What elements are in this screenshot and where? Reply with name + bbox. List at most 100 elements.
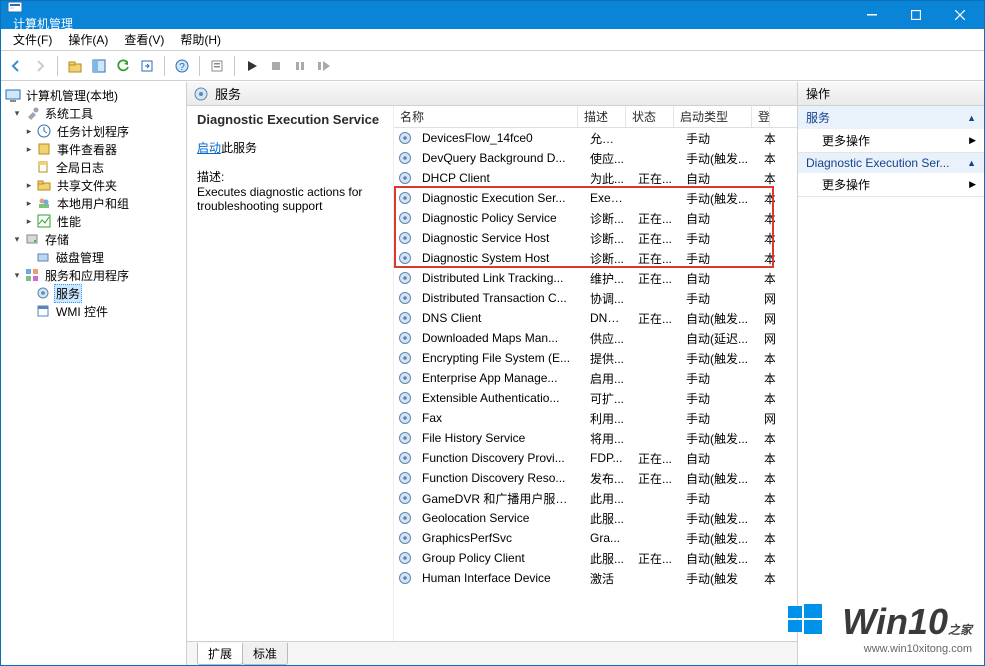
cell-start: 手动 bbox=[680, 408, 758, 429]
service-row[interactable]: Downloaded Maps Man...供应...自动(延迟...网 bbox=[394, 328, 797, 348]
tb-start-svc[interactable] bbox=[241, 55, 263, 77]
center-pane: 服务 Diagnostic Execution Service 启动此服务 描述… bbox=[187, 82, 798, 665]
win-logo-icon bbox=[786, 601, 836, 642]
actions-section-services[interactable]: 服务▲ bbox=[798, 106, 984, 129]
tb-up[interactable] bbox=[64, 55, 86, 77]
expand-icon[interactable]: ▾ bbox=[11, 233, 23, 245]
cell-logon: 本 bbox=[758, 368, 776, 389]
title-bar: 计算机管理 bbox=[1, 1, 984, 29]
cell-desc: 此用... bbox=[584, 488, 632, 509]
tree-root[interactable]: 计算机管理(本地) bbox=[24, 87, 120, 104]
service-row[interactable]: DHCP Client为此...正在...自动本 bbox=[394, 168, 797, 188]
tb-forward[interactable] bbox=[29, 55, 51, 77]
col-desc[interactable]: 描述 bbox=[578, 106, 626, 127]
expand-icon[interactable]: ▸ bbox=[23, 143, 35, 155]
service-row[interactable]: Enterprise App Manage...启用...手动本 bbox=[394, 368, 797, 388]
start-service-link[interactable]: 启动此服务 bbox=[197, 139, 383, 156]
col-name[interactable]: 名称 bbox=[394, 106, 578, 127]
service-row[interactable]: Group Policy Client此服...正在...自动(触发...本 bbox=[394, 548, 797, 568]
tree-services-apps[interactable]: 服务和应用程序 bbox=[43, 267, 131, 284]
tb-properties[interactable] bbox=[206, 55, 228, 77]
tb-refresh[interactable] bbox=[112, 55, 134, 77]
expand-icon[interactable]: ▸ bbox=[23, 197, 35, 209]
service-row[interactable]: Human Interface Device 激活手动(触发本 bbox=[394, 568, 797, 588]
cell-logon: 本 bbox=[758, 428, 776, 449]
service-row[interactable]: Diagnostic Execution Ser...Exec...手动(触发.… bbox=[394, 188, 797, 208]
menu-file[interactable]: 文件(F) bbox=[5, 30, 60, 49]
service-row[interactable]: GraphicsPerfSvcGra...手动(触发...本 bbox=[394, 528, 797, 548]
service-row[interactable]: GameDVR 和广播用户服务...此用...手动本 bbox=[394, 488, 797, 508]
service-row[interactable]: Function Discovery Provi...FDP...正在...自动… bbox=[394, 448, 797, 468]
gear-icon bbox=[397, 270, 413, 286]
tb-back[interactable] bbox=[5, 55, 27, 77]
tb-stop-svc[interactable] bbox=[265, 55, 287, 77]
service-row[interactable]: Extensible Authenticatio...可扩...手动本 bbox=[394, 388, 797, 408]
tb-details[interactable] bbox=[88, 55, 110, 77]
tree-event-viewer[interactable]: 事件查看器 bbox=[55, 141, 119, 158]
cell-status: 正在... bbox=[632, 448, 680, 469]
menu-action[interactable]: 操作(A) bbox=[60, 30, 116, 49]
col-start[interactable]: 启动类型 bbox=[674, 106, 752, 127]
service-row[interactable]: DevQuery Background D...使应...手动(触发...本 bbox=[394, 148, 797, 168]
cell-logon: 本 bbox=[758, 388, 776, 409]
cell-start: 自动(延迟... bbox=[680, 328, 758, 349]
service-row[interactable]: Fax利用...手动网 bbox=[394, 408, 797, 428]
tree-shared-folders[interactable]: 共享文件夹 bbox=[55, 177, 119, 194]
tb-export[interactable] bbox=[136, 55, 158, 77]
col-status[interactable]: 状态 bbox=[626, 106, 674, 127]
tree-performance[interactable]: 性能 bbox=[55, 213, 83, 230]
service-row[interactable]: DevicesFlow_14fce0允许 ...手动本 bbox=[394, 128, 797, 148]
service-row[interactable]: Encrypting File System (E...提供...手动(触发..… bbox=[394, 348, 797, 368]
service-row[interactable]: Distributed Transaction C...协调...手动网 bbox=[394, 288, 797, 308]
cell-name: GraphicsPerfSvc bbox=[416, 529, 584, 547]
expand-icon[interactable]: ▸ bbox=[23, 215, 35, 227]
col-logon[interactable]: 登 bbox=[752, 106, 770, 127]
actions-section-selected[interactable]: Diagnostic Execution Ser...▲ bbox=[798, 153, 984, 173]
cell-status: 正在... bbox=[632, 208, 680, 229]
tree-disk-mgmt[interactable]: 磁盘管理 bbox=[54, 249, 106, 266]
gear-icon bbox=[397, 490, 413, 506]
tb-restart-svc[interactable] bbox=[313, 55, 335, 77]
actions-more-2[interactable]: 更多操作▶ bbox=[798, 173, 984, 196]
service-list[interactable]: 名称 描述 状态 启动类型 登 DevicesFlow_14fce0允许 ...… bbox=[393, 106, 797, 641]
expand-icon[interactable]: ▸ bbox=[23, 125, 35, 137]
minimize-button[interactable] bbox=[850, 1, 894, 29]
menu-help[interactable]: 帮助(H) bbox=[172, 30, 229, 49]
service-row[interactable]: Distributed Link Tracking...维护...正在...自动… bbox=[394, 268, 797, 288]
tree-wmi[interactable]: WMI 控件 bbox=[54, 303, 110, 320]
tree-local-users[interactable]: 本地用户和组 bbox=[55, 195, 131, 212]
service-row[interactable]: Diagnostic Service Host诊断...正在...手动本 bbox=[394, 228, 797, 248]
service-row[interactable]: Diagnostic System Host诊断...正在...手动本 bbox=[394, 248, 797, 268]
expand-icon[interactable]: ▾ bbox=[11, 269, 23, 281]
actions-more-1[interactable]: 更多操作▶ bbox=[798, 129, 984, 152]
tb-help[interactable]: ? bbox=[171, 55, 193, 77]
list-header[interactable]: 名称 描述 状态 启动类型 登 bbox=[394, 106, 797, 128]
tree-system-tools[interactable]: 系统工具 bbox=[43, 105, 95, 122]
close-button[interactable] bbox=[938, 1, 982, 29]
menu-view[interactable]: 查看(V) bbox=[116, 30, 172, 49]
service-row[interactable]: Function Discovery Reso...发布...正在...自动(触… bbox=[394, 468, 797, 488]
cell-logon: 本 bbox=[758, 208, 776, 229]
computer-icon bbox=[5, 87, 21, 103]
gear-icon bbox=[397, 510, 413, 526]
service-row[interactable]: Geolocation Service此服...手动(触发...本 bbox=[394, 508, 797, 528]
service-row[interactable]: DNS ClientDNS...正在...自动(触发...网 bbox=[394, 308, 797, 328]
tree-services[interactable]: 服务 bbox=[54, 284, 82, 303]
service-row[interactable]: File History Service将用...手动(触发...本 bbox=[394, 428, 797, 448]
cell-desc: 诊断... bbox=[584, 208, 632, 229]
tab-standard[interactable]: 标准 bbox=[242, 643, 288, 665]
service-row[interactable]: Diagnostic Policy Service诊断...正在...自动本 bbox=[394, 208, 797, 228]
tree-task-scheduler[interactable]: 任务计划程序 bbox=[55, 123, 131, 140]
tab-extended[interactable]: 扩展 bbox=[197, 643, 243, 665]
nav-tree[interactable]: 计算机管理(本地) ▾ 系统工具 ▸ 任务计划程序 ▸ 事件查看器 全局日志 ▸ 共享文… bbox=[1, 82, 187, 665]
tree-global-logs[interactable]: 全局日志 bbox=[54, 159, 106, 176]
event-icon bbox=[36, 141, 52, 157]
tb-pause-svc[interactable] bbox=[289, 55, 311, 77]
cell-status: 正在... bbox=[632, 228, 680, 249]
expand-icon[interactable]: ▾ bbox=[11, 107, 23, 119]
expand-icon[interactable]: ▸ bbox=[23, 179, 35, 191]
tree-storage[interactable]: 存储 bbox=[43, 231, 71, 248]
cell-status bbox=[632, 156, 680, 160]
cell-start: 自动 bbox=[680, 208, 758, 229]
maximize-button[interactable] bbox=[894, 1, 938, 29]
